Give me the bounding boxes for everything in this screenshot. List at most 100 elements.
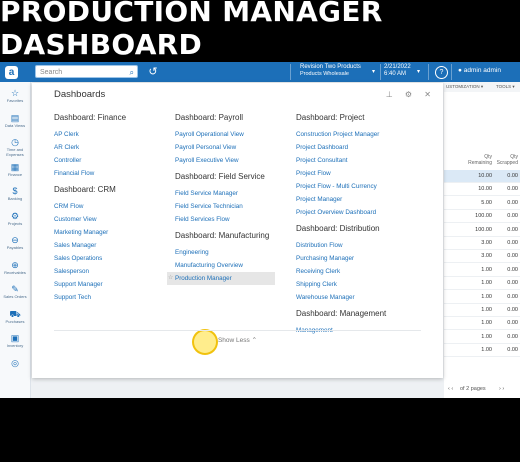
dashboard-link[interactable]: AP Clerk — [54, 128, 172, 141]
sidebar-item[interactable]: ⊕ Receivables — [0, 260, 30, 275]
dashboard-link[interactable]: Project Overview Dashboard — [296, 206, 414, 219]
panel-tools: ⊥ ⚙ ✕ — [376, 90, 431, 99]
dashboard-link[interactable]: Payroll Operational View — [175, 128, 293, 141]
dashboard-link[interactable]: Distribution Flow — [296, 239, 414, 252]
sidebar-item[interactable]: ☆ Favorites — [0, 88, 30, 103]
table-cell: 0.00 — [507, 240, 518, 246]
chevron-down-icon[interactable]: ▾ — [417, 68, 420, 75]
sidebar-item[interactable]: ⊖ Payables — [0, 235, 30, 250]
table-row[interactable]: 1.00 0.00 — [444, 344, 520, 358]
pager-prev-icon[interactable]: ‹ ‹ — [448, 386, 453, 392]
table-row[interactable]: 1.00 0.00 — [444, 291, 520, 304]
dashboard-link-label: Project Flow — [296, 170, 331, 177]
dashboard-link[interactable]: Engineering — [175, 246, 293, 259]
divider — [290, 64, 291, 80]
close-icon[interactable]: ✕ — [424, 90, 431, 99]
pager-label: of 2 pages — [460, 386, 486, 392]
table-row[interactable]: 10.00 0.00 — [444, 170, 520, 183]
dashboard-link[interactable]: Warehouse Manager — [296, 291, 414, 304]
tools-menu[interactable]: TOOLS ▾ — [496, 84, 515, 90]
sidebar-item[interactable]: ▦ Finance — [0, 162, 30, 177]
dashboard-link[interactable]: Marketing Manager — [54, 226, 172, 239]
sidebar-item[interactable]: ▣ Inventory — [0, 333, 30, 348]
dashboard-link[interactable]: CRM Flow — [54, 200, 172, 213]
user-icon: ● — [458, 67, 462, 74]
dashboard-link[interactable]: Project Manager — [296, 193, 414, 206]
sidebar-item-label: Data Views — [4, 122, 26, 128]
sidebar-item[interactable]: ◎ — [0, 358, 30, 368]
table-cell: 3.00 — [481, 240, 492, 246]
table-cell: 1.00 — [481, 333, 492, 340]
dashboard-link[interactable]: Payroll Executive View — [175, 154, 293, 167]
sidebar-item[interactable]: ◷ Time and Expenses — [0, 137, 30, 157]
chevron-down-icon[interactable]: ▾ — [372, 68, 375, 75]
table-row[interactable]: 1.00 0.00 — [444, 264, 520, 277]
table-row[interactable]: 1.00 0.00 — [444, 331, 520, 344]
user-menu[interactable]: ● admin admin — [458, 67, 501, 74]
dashboard-group-title: Dashboard: Distribution — [296, 224, 380, 233]
dashboard-link[interactable]: Salesperson — [54, 265, 172, 278]
company-name: Revision Two Products — [300, 64, 361, 70]
sidebar-module-icon: ◷ — [11, 137, 19, 147]
history-icon[interactable]: ↺ — [146, 65, 160, 79]
sidebar-item[interactable]: $ Banking — [0, 186, 30, 201]
dashboard-link[interactable]: Sales Manager — [54, 239, 172, 252]
column-header[interactable]: Qty Scrapped — [494, 154, 518, 166]
dashboard-link[interactable]: Project Dashboard — [296, 141, 414, 154]
pager-next-icon[interactable]: › › — [499, 386, 504, 392]
dashboard-link[interactable]: Controller — [54, 154, 172, 167]
dashboard-link-label: Financial Flow — [54, 170, 95, 177]
dashboard-link[interactable]: Payroll Personal View — [175, 141, 293, 154]
app-logo-icon[interactable]: a — [5, 66, 18, 79]
table-row[interactable]: 1.00 0.00 — [444, 317, 520, 331]
sidebar-item[interactable]: ⛟ Purchases — [0, 309, 30, 324]
dashboard-link[interactable]: Project Flow - Multi Currency — [296, 180, 414, 193]
business-date-selector[interactable]: 2/21/2022 6:40 AM — [384, 64, 411, 78]
dashboard-link[interactable]: Purchasing Manager — [296, 252, 414, 265]
table-row[interactable]: 100.00 0.00 — [444, 224, 520, 237]
show-less-button[interactable]: Show Less ⌃ — [32, 336, 443, 344]
sidebar-item-label: Projects — [7, 220, 23, 226]
pin-icon[interactable]: ⊥ — [386, 90, 393, 99]
table-row[interactable]: 1.00 0.00 — [444, 304, 520, 317]
customization-menu[interactable]: USTOMIZATION ▾ — [446, 84, 483, 90]
sidebar-item[interactable]: ▤ Data Views — [0, 113, 30, 128]
dashboard-link[interactable]: Field Service Manager — [175, 187, 293, 200]
table-row[interactable]: 5.00 0.00 — [444, 197, 520, 210]
company-selector[interactable]: Revision Two Products Products Wholesale — [300, 64, 376, 78]
dashboard-link[interactable]: ☆ Production Manager — [167, 272, 275, 285]
dashboard-link[interactable]: Support Manager — [54, 278, 172, 291]
table-row[interactable]: 3.00 0.00 — [444, 237, 520, 250]
search-placeholder: Search — [40, 69, 63, 76]
table-row[interactable]: 100.00 0.00 — [444, 210, 520, 224]
dashboard-link-label: CRM Flow — [54, 203, 84, 210]
sidebar-item[interactable]: ⚙ Projects — [0, 211, 30, 226]
dashboard-link[interactable]: Customer View — [54, 213, 172, 226]
dashboard-link[interactable]: Receiving Clerk — [296, 265, 414, 278]
column-header[interactable]: Qty Remaining — [462, 154, 492, 166]
dashboard-link[interactable]: Sales Operations — [54, 252, 172, 265]
dashboard-link[interactable]: Field Service Technician — [175, 200, 293, 213]
dashboard-link[interactable]: Support Tech — [54, 291, 172, 304]
help-icon[interactable]: ? — [435, 66, 448, 79]
table-row[interactable]: 3.00 0.00 — [444, 250, 520, 264]
dashboard-link[interactable]: Project Flow — [296, 167, 414, 180]
search-input[interactable]: Search ⌕ — [35, 65, 138, 78]
sidebar-module-icon: ☆ — [10, 88, 20, 98]
sidebar-module-icon: ▦ — [10, 161, 20, 172]
dashboard-link[interactable]: Shipping Clerk — [296, 278, 414, 291]
dashboard-link[interactable]: Field Services Flow — [175, 213, 293, 226]
table-row[interactable]: 1.00 0.00 — [444, 277, 520, 291]
table-row[interactable]: 10.00 0.00 — [444, 183, 520, 197]
table-cell: 0.00 — [507, 347, 518, 354]
dashboard-link[interactable]: Manufacturing Overview — [175, 259, 293, 272]
favorite-star-icon[interactable]: ☆ — [168, 272, 173, 285]
settings-gear-icon[interactable]: ⚙ — [405, 90, 412, 99]
dashboard-link[interactable]: Financial Flow — [54, 167, 172, 180]
sidebar-item[interactable]: ✎ Sales Orders — [0, 284, 30, 299]
sidebar-item-label: Payables — [6, 245, 24, 250]
dashboard-link[interactable]: Project Consultant — [296, 154, 414, 167]
dashboard-link[interactable]: Construction Project Manager — [296, 128, 414, 141]
search-icon[interactable]: ⌕ — [130, 66, 134, 79]
dashboard-link[interactable]: AR Clerk — [54, 141, 172, 154]
